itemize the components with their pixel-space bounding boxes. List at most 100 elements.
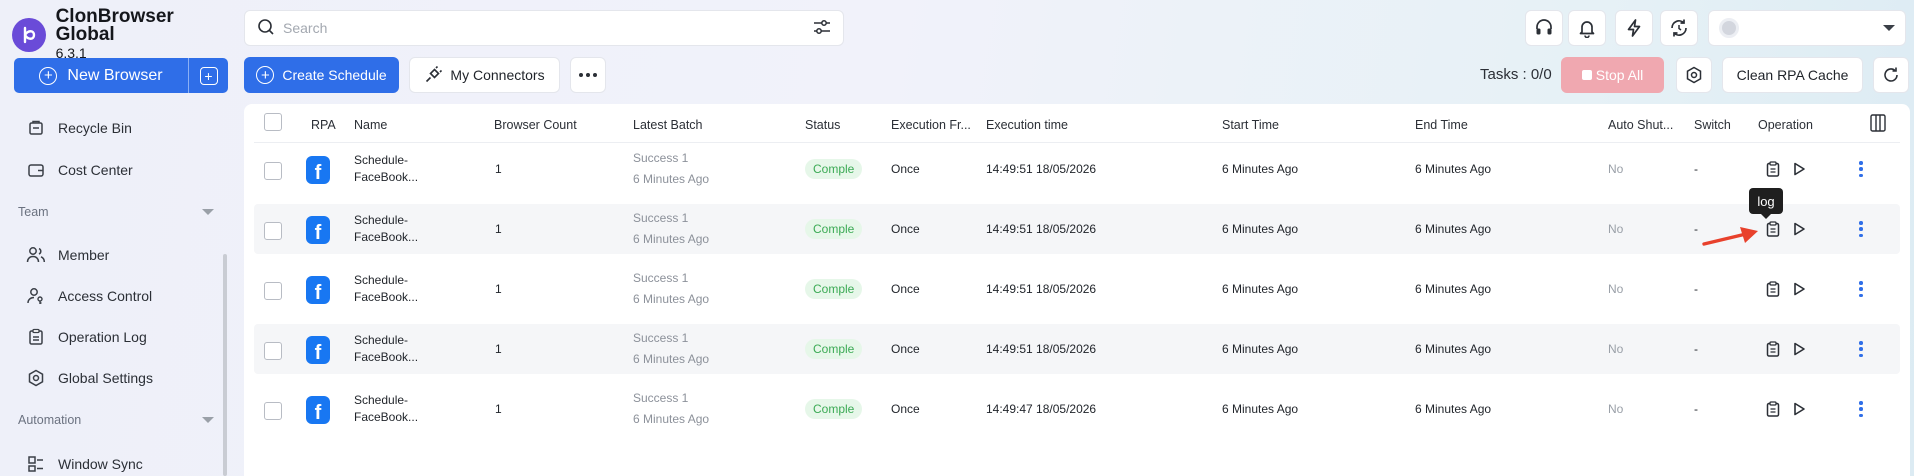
switch-value: -	[1694, 282, 1698, 296]
clean-rpa-cache-button[interactable]: Clean RPA Cache	[1722, 57, 1863, 93]
row-checkbox[interactable]	[264, 402, 282, 420]
sidebar-item-recycle-bin[interactable]: Recycle Bin	[26, 118, 132, 138]
row-checkbox[interactable]	[264, 282, 282, 300]
support-button[interactable]	[1525, 10, 1563, 46]
facebook-icon: f	[306, 336, 330, 364]
end-time: 6 Minutes Ago	[1415, 282, 1492, 296]
hexagon-gear-icon	[1686, 66, 1702, 84]
notifications-button[interactable]	[1568, 10, 1606, 46]
log-clipboard-icon[interactable]	[1765, 281, 1781, 297]
schedule-name[interactable]: Schedule- FaceBook...	[354, 332, 418, 366]
sidebar-item-cost-center[interactable]: Cost Center	[26, 160, 133, 180]
auto-shutdown: No	[1608, 222, 1624, 236]
column-settings-icon[interactable]	[1870, 114, 1886, 135]
section-automation[interactable]: Automation	[18, 413, 214, 427]
log-tooltip: log	[1749, 188, 1783, 219]
col-header-status[interactable]: Status	[805, 118, 840, 132]
sidebar-item-window-sync[interactable]: Window Sync	[26, 454, 143, 474]
table-row[interactable]: f Schedule- FaceBook... 1 Success 16 Minu…	[254, 204, 1900, 254]
select-all-checkbox[interactable]	[264, 113, 282, 131]
row-checkbox[interactable]	[264, 342, 282, 360]
filter-sliders-icon[interactable]	[813, 19, 831, 38]
schedule-name[interactable]: Schedule- FaceBook...	[354, 392, 418, 426]
col-header-execution-frequency[interactable]: Execution Fr...	[891, 118, 971, 132]
browser-count: 1	[495, 282, 502, 296]
sidebar-item-global-settings[interactable]: Global Settings	[26, 368, 153, 388]
switch-value: -	[1694, 402, 1698, 416]
play-icon[interactable]	[1791, 161, 1807, 177]
log-clipboard-icon[interactable]	[1765, 401, 1781, 417]
sidebar-item-member[interactable]: Member	[26, 245, 109, 265]
row-checkbox[interactable]	[264, 222, 282, 240]
account-dropdown[interactable]	[1708, 10, 1906, 46]
latest-batch: Success 16 Minutes Ago	[633, 331, 710, 366]
sidebar-item-access-control[interactable]: Access Control	[26, 286, 152, 306]
row-checkbox[interactable]	[264, 162, 282, 180]
search-input[interactable]	[283, 20, 813, 36]
col-header-start-time[interactable]: Start Time	[1222, 118, 1279, 132]
create-schedule-button[interactable]: + Create Schedule	[244, 57, 399, 93]
more-vertical-icon[interactable]	[1858, 161, 1864, 177]
my-connectors-label: My Connectors	[450, 67, 545, 83]
start-time: 6 Minutes Ago	[1222, 342, 1299, 356]
stop-all-button[interactable]: Stop All	[1561, 57, 1664, 93]
more-vertical-icon[interactable]	[1858, 281, 1864, 297]
batch-create-button[interactable]: +	[188, 58, 228, 93]
col-header-auto-shutdown[interactable]: Auto Shut...	[1608, 118, 1673, 132]
log-clipboard-icon[interactable]	[1765, 341, 1781, 357]
execution-frequency: Once	[891, 282, 920, 296]
new-browser-button[interactable]: + New Browser	[14, 58, 188, 93]
sidebar-item-operation-log[interactable]: Operation Log	[26, 327, 147, 347]
rpa-settings-button[interactable]	[1676, 57, 1712, 93]
browser-count: 1	[495, 162, 502, 176]
quick-action-button[interactable]	[1615, 10, 1653, 46]
schedule-table: RPA Name Browser Count Latest Batch Stat…	[244, 104, 1910, 476]
auto-shutdown: No	[1608, 162, 1624, 176]
col-header-switch[interactable]: Switch	[1694, 118, 1731, 132]
refresh-cycle-icon	[1671, 19, 1687, 37]
recycle-bin-icon	[26, 118, 46, 138]
col-header-name[interactable]: Name	[354, 118, 387, 132]
col-header-latest-batch[interactable]: Latest Batch	[633, 118, 703, 132]
section-team-label: Team	[18, 205, 49, 219]
log-clipboard-icon[interactable]	[1765, 161, 1781, 177]
end-time: 6 Minutes Ago	[1415, 222, 1492, 236]
play-icon[interactable]	[1791, 221, 1807, 237]
more-options-button[interactable]	[570, 57, 606, 93]
schedule-name[interactable]: Schedule- FaceBook...	[354, 212, 418, 246]
play-icon[interactable]	[1791, 341, 1807, 357]
more-vertical-icon[interactable]	[1858, 401, 1864, 417]
table-row[interactable]: f Schedule- FaceBook... 1 Success 16 Minu…	[254, 384, 1900, 434]
col-header-rpa: RPA	[311, 118, 336, 132]
schedule-name[interactable]: Schedule- FaceBook...	[354, 272, 418, 306]
latest-batch: Success 16 Minutes Ago	[633, 391, 710, 426]
sidebar-item-label: Cost Center	[58, 162, 133, 178]
sidebar-scrollbar[interactable]	[223, 254, 227, 476]
col-header-browser-count[interactable]: Browser Count	[494, 118, 577, 132]
sidebar-item-label: Global Settings	[58, 370, 153, 386]
play-icon[interactable]	[1791, 401, 1807, 417]
more-vertical-icon[interactable]	[1858, 221, 1864, 237]
section-team[interactable]: Team	[18, 205, 214, 219]
start-time: 6 Minutes Ago	[1222, 222, 1299, 236]
lightning-icon	[1627, 19, 1641, 37]
user-key-icon	[26, 286, 46, 306]
refresh-button[interactable]	[1873, 57, 1909, 93]
sync-button[interactable]	[1660, 10, 1698, 46]
auto-shutdown: No	[1608, 402, 1624, 416]
my-connectors-button[interactable]: My Connectors	[409, 57, 560, 93]
more-vertical-icon[interactable]	[1858, 341, 1864, 357]
brand: ClonBrowser Global 6.3.1	[12, 7, 236, 62]
new-browser-group: + New Browser +	[14, 58, 228, 93]
execution-time: 14:49:51 18/05/2026	[986, 282, 1097, 296]
col-header-execution-time[interactable]: Execution time	[986, 118, 1068, 132]
col-header-end-time[interactable]: End Time	[1415, 118, 1468, 132]
sidebar-item-label: Access Control	[58, 288, 153, 304]
play-icon[interactable]	[1791, 281, 1807, 297]
table-row[interactable]: f Schedule- FaceBook... 1 Success 16 Minu…	[254, 144, 1900, 194]
new-browser-label: New Browser	[67, 66, 163, 84]
table-row[interactable]: f Schedule- FaceBook... 1 Success 16 Minu…	[254, 324, 1900, 374]
table-row[interactable]: f Schedule- FaceBook... 1 Success 16 Minu…	[254, 264, 1900, 314]
log-clipboard-icon[interactable]	[1765, 221, 1781, 237]
schedule-name[interactable]: Schedule- FaceBook...	[354, 152, 418, 186]
